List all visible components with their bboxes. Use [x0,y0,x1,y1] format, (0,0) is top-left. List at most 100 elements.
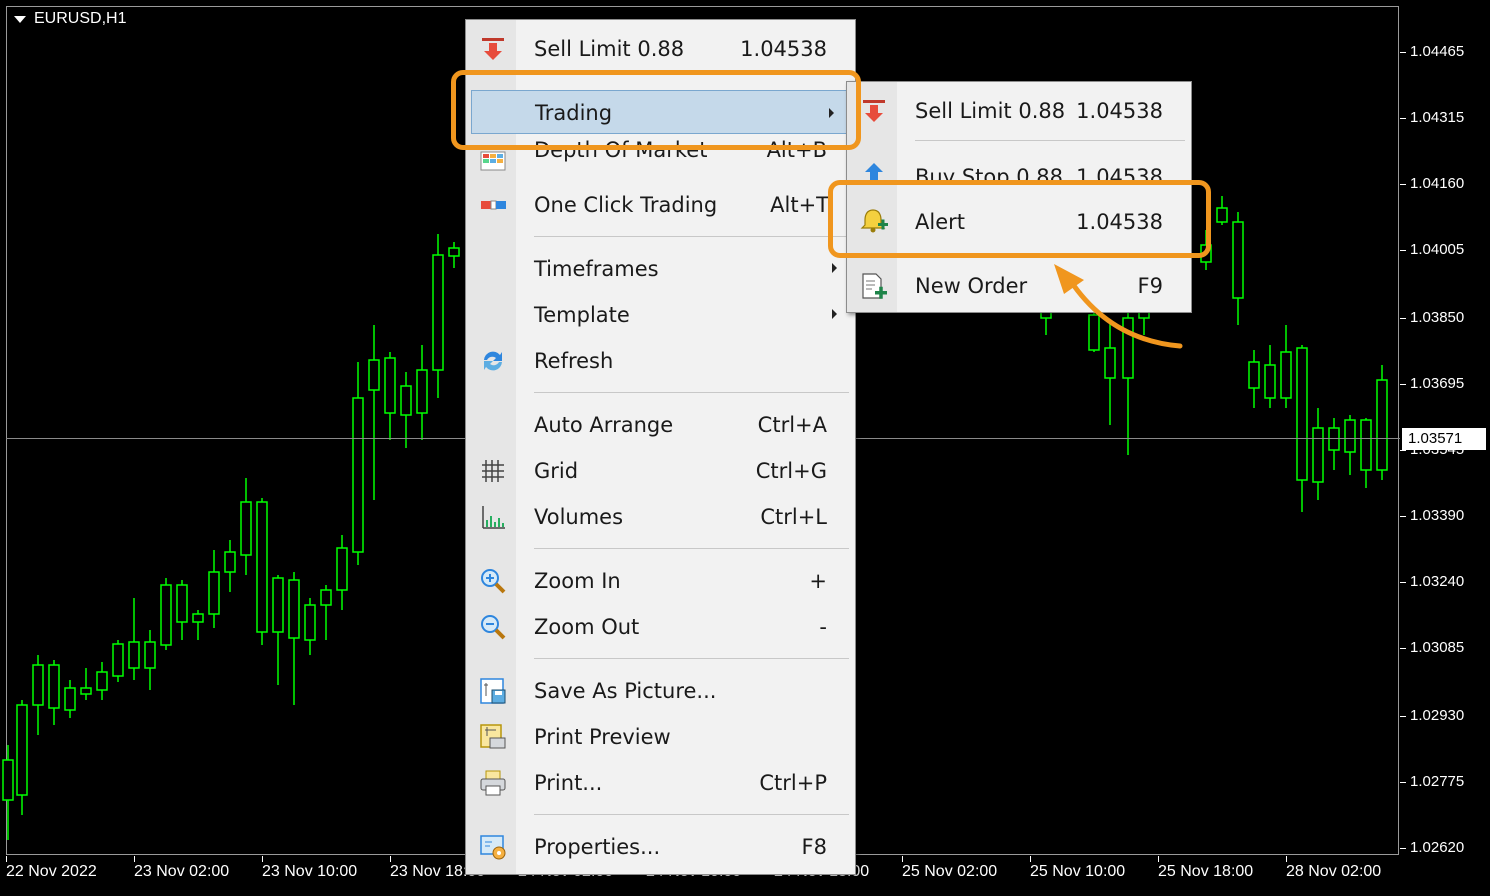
price-label: 1.04315 [1410,109,1465,126]
candle-body [80,687,92,695]
properties-icon [480,835,506,860]
menu-item-auto-arrange[interactable]: Auto Arrange Ctrl+A [466,402,855,446]
candle-body [32,664,44,706]
price-tick [1400,450,1406,451]
candle-body [176,584,188,623]
symbol-label: EURUSD,H1 [34,10,127,27]
candle-body [288,579,300,639]
candle-body [128,641,140,669]
candle-body [48,664,60,709]
time-label: 23 Nov 10:00 [262,863,358,880]
submenu-arrow-icon [832,309,837,319]
candle-body [192,613,204,623]
candle-body [240,501,252,556]
menu-separator [915,140,1185,141]
candle-body [1248,361,1260,389]
menu-item-zoom-in[interactable]: Zoom In + [466,558,855,602]
time-label: 25 Nov 18:00 [1158,863,1254,880]
menu-item-one-click-trading[interactable]: One Click Trading Alt+T [466,182,855,226]
price-label: 1.02620 [1410,839,1465,856]
candle-body [1376,379,1388,471]
price-tick [1400,118,1406,119]
menu-item-zoom-out[interactable]: Zoom Out - [466,604,855,648]
price-tick [1400,848,1406,849]
price-tick [1400,318,1406,319]
candle-body [416,369,428,414]
price-label: 1.03695 [1410,375,1465,392]
candle-body [448,247,460,257]
price-tick [1400,184,1406,185]
candle-body [256,501,268,633]
price-tick [1400,782,1406,783]
candle-body [272,577,284,633]
time-label: 28 Nov 02:00 [1286,863,1382,880]
candle-body [96,671,108,691]
new-order-icon [862,273,887,299]
submenu-item-sell-limit[interactable]: Sell Limit 0.88 1.04538 [847,88,1191,132]
menu-item-volumes[interactable]: Volumes Ctrl+L [466,494,855,538]
menu-item-print-preview[interactable]: Print Preview [466,714,855,758]
candle-body [320,589,332,606]
menu-separator [534,814,849,815]
time-tick [1030,856,1031,862]
alert-highlight-box [828,180,1211,258]
candle-body [304,604,316,641]
time-tick [1158,856,1159,862]
price-label: 1.04465 [1410,43,1465,60]
menu-item-refresh[interactable]: Refresh [466,338,855,382]
zoom-out-icon [481,615,506,640]
price-tick [1400,52,1406,53]
menu-item-save-as-picture[interactable]: Save As Picture... [466,668,855,712]
menu-separator [534,658,849,659]
price-tick [1400,716,1406,717]
candle-body [1312,427,1324,483]
menu-item-print[interactable]: Print... Ctrl+P [466,760,855,804]
time-tick [902,856,903,862]
menu-item-sell-limit[interactable]: Sell Limit 0.88 1.04538 [466,26,855,70]
current-price-label: 1.03571 [1402,428,1486,450]
time-label: 25 Nov 02:00 [902,863,998,880]
candle-body [1296,347,1308,481]
price-label: 1.02775 [1410,773,1465,790]
price-label: 1.03390 [1410,507,1465,524]
menu-item-properties[interactable]: Properties... F8 [466,824,855,868]
candle-body [432,254,444,371]
print-preview-icon [480,724,506,749]
candle-body [1280,351,1292,399]
collapse-triangle-icon[interactable] [14,15,26,23]
menu-separator [534,236,849,237]
candle-body [112,643,124,677]
save-picture-icon [480,678,506,704]
candle-body [144,641,156,669]
candle-body [1328,427,1340,451]
candle-body [1344,419,1356,453]
submenu-arrow-icon [832,263,837,273]
time-tick [1286,856,1287,862]
depth-of-market-icon [480,151,506,171]
price-label: 1.04005 [1410,241,1465,258]
candle-body [400,385,412,416]
menu-separator [534,548,849,549]
candle-body [208,571,220,615]
candle-body [224,551,236,573]
one-click-trading-icon [481,200,506,210]
grid-icon [482,460,504,482]
symbol-title[interactable]: EURUSD,H1 [14,10,126,28]
candle-body [16,704,28,796]
time-label: 22 Nov 2022 [6,863,97,880]
sell-arrow-icon [863,100,885,122]
pointer-arrow-icon [1054,264,1183,349]
time-label: 23 Nov 02:00 [134,863,230,880]
menu-item-grid[interactable]: Grid Ctrl+G [466,448,855,492]
trading-highlight-box [451,70,861,150]
price-tick [1400,648,1406,649]
menu-item-template[interactable]: Template [466,292,855,336]
price-tick [1400,250,1406,251]
price-label: 1.03240 [1410,573,1465,590]
price-label: 1.03085 [1410,639,1465,656]
time-label: 25 Nov 10:00 [1030,863,1126,880]
time-tick [262,856,263,862]
candle-body [160,584,172,646]
refresh-icon [484,351,502,371]
menu-item-timeframes[interactable]: Timeframes [466,246,855,290]
